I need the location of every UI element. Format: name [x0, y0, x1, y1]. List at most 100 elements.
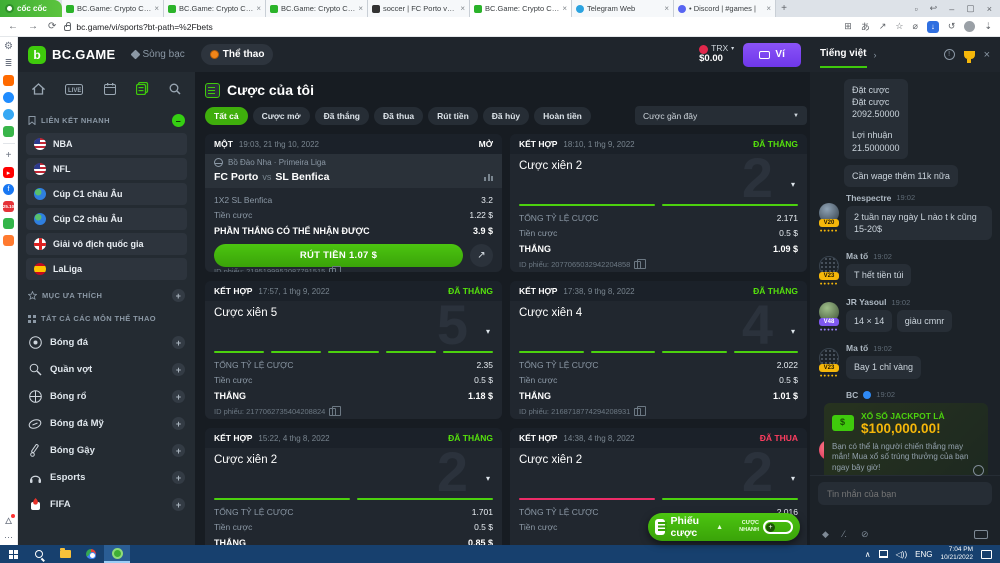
- tray-expand-icon[interactable]: ∧: [865, 550, 871, 559]
- home-icon[interactable]: [31, 82, 46, 100]
- sport-item-esports[interactable]: Esports +: [26, 464, 187, 491]
- browser-tab[interactable]: • Discord | #games | ×: [674, 0, 776, 17]
- adblock-icon[interactable]: ⌀: [912, 21, 917, 32]
- coccoc-taskbar-icon[interactable]: [104, 545, 130, 563]
- browser-tab-active[interactable]: BC.Game: Crypto Casino×: [470, 0, 572, 17]
- tab-close-icon[interactable]: ×: [154, 4, 159, 13]
- browser-tab[interactable]: BC.Game: Crypto Casino×: [164, 0, 266, 17]
- chat-language-selector[interactable]: Tiếng việt: [820, 48, 867, 68]
- close-window-button[interactable]: ×: [987, 4, 992, 14]
- copy-icon[interactable]: [634, 258, 647, 269]
- gift-icon[interactable]: [3, 218, 14, 229]
- games-icon[interactable]: [3, 126, 14, 137]
- browser-tab[interactable]: BC.Game: Crypto Casino×: [62, 0, 164, 17]
- history-icon[interactable]: ↺: [948, 21, 956, 32]
- rain-icon[interactable]: ◆: [822, 529, 829, 540]
- facebook-icon[interactable]: f: [3, 184, 14, 195]
- rules-icon[interactable]: ⊘: [861, 529, 869, 540]
- sidebar-item-nfl[interactable]: NFL: [26, 158, 187, 180]
- tab-close-icon[interactable]: ×: [664, 4, 669, 13]
- filter-won[interactable]: Đã thắng: [314, 106, 369, 125]
- bcgame-logo-icon[interactable]: b: [28, 45, 46, 64]
- expand-combo-icon[interactable]: ▾: [791, 327, 795, 336]
- profile-avatar-icon[interactable]: [964, 21, 976, 32]
- add-shortcut-icon[interactable]: +: [3, 150, 14, 161]
- taskbar-search-icon[interactable]: [26, 545, 52, 563]
- trophy-icon[interactable]: [963, 50, 975, 63]
- chat-username[interactable]: Ma tố: [846, 343, 868, 353]
- expand-combo-icon[interactable]: ▾: [486, 474, 490, 483]
- sidebar-item-uel[interactable]: Cúp C2 châu Âu: [26, 208, 187, 230]
- reload-button[interactable]: ⟳: [48, 21, 56, 32]
- bookmark-star-icon[interactable]: ☆: [895, 21, 903, 32]
- share-page-icon[interactable]: ↗: [879, 21, 887, 32]
- nav-casino[interactable]: Sòng bạc: [130, 49, 185, 60]
- jackpot-promo-card[interactable]: XỔ SỐ JACKPOT LÀ $100,000.00! Bạn có thể…: [824, 402, 988, 475]
- file-explorer-icon[interactable]: [52, 545, 78, 563]
- back-button[interactable]: ←: [8, 21, 18, 32]
- newsfeed-icon[interactable]: ≣: [3, 58, 14, 69]
- filter-canceled[interactable]: Đã hủy: [482, 106, 530, 125]
- filter-lost[interactable]: Đã thua: [373, 106, 424, 125]
- copy-icon[interactable]: [329, 405, 342, 416]
- hot-trends-icon[interactable]: [3, 75, 14, 86]
- copy-icon[interactable]: [634, 405, 647, 416]
- chrome-icon[interactable]: [78, 545, 104, 563]
- sale-badge-icon[interactable]: 25.10: [3, 201, 14, 212]
- taskbar-clock[interactable]: 7:04 PM 10/21/2022: [940, 546, 973, 562]
- quick-bet-toggle[interactable]: +: [763, 520, 793, 534]
- bcgame-logo-text[interactable]: BC.GAME: [52, 47, 116, 62]
- collapse-quick-links-button[interactable]: –: [172, 114, 185, 127]
- balance-selector[interactable]: TRX ▾ $0.00: [699, 43, 734, 65]
- expand-combo-icon[interactable]: ▾: [486, 327, 490, 336]
- chat-username[interactable]: Ma tố: [846, 251, 868, 261]
- save-page-icon[interactable]: ⊞: [844, 21, 852, 32]
- volume-icon[interactable]: ◁)): [896, 550, 907, 559]
- share-bet-button[interactable]: ↗: [470, 244, 493, 267]
- maximize-button[interactable]: ▢: [966, 3, 975, 14]
- messenger-icon[interactable]: [3, 92, 14, 103]
- browser-tab[interactable]: BC.Game: Crypto Casino×: [266, 0, 368, 17]
- keyboard-icon[interactable]: [974, 529, 988, 539]
- match-teams[interactable]: FC Porto vs SL Benfica: [214, 171, 493, 183]
- shopping-cart-icon[interactable]: [3, 235, 14, 246]
- notification-bell-icon[interactable]: 🜂: [3, 514, 15, 526]
- tab-close-icon[interactable]: ×: [562, 4, 567, 13]
- expand-sport-button[interactable]: +: [172, 336, 185, 349]
- tab-close-icon[interactable]: ×: [460, 4, 465, 13]
- pip-icon[interactable]: ▫: [914, 4, 917, 14]
- sidebar-item-premier-league[interactable]: Giải vô địch quốc gia: [26, 233, 187, 255]
- start-button[interactable]: [0, 545, 26, 563]
- boss-key-icon[interactable]: ↩: [930, 3, 938, 14]
- minimize-button[interactable]: –: [949, 4, 954, 14]
- display-icon[interactable]: [878, 550, 888, 558]
- translate-icon[interactable]: あ: [861, 20, 870, 33]
- chat-message-input[interactable]: [818, 482, 992, 505]
- expand-combo-icon[interactable]: ▾: [791, 180, 795, 189]
- chat-messages[interactable]: Đặt cược Đặt cược 2092.50000 Lợi nhuận 2…: [810, 72, 1000, 475]
- chat-rules-icon[interactable]: !: [943, 49, 955, 60]
- tab-close-icon[interactable]: ×: [256, 4, 261, 13]
- tab-close-icon[interactable]: ×: [358, 4, 363, 13]
- filter-refund[interactable]: Hoàn tiền: [534, 106, 591, 125]
- emoji-icon[interactable]: [973, 465, 984, 476]
- search-icon[interactable]: [169, 82, 181, 100]
- downloads-tray-icon[interactable]: ⇣: [984, 21, 992, 32]
- sidebar-item-laliga[interactable]: LaLiga: [26, 258, 187, 280]
- live-icon[interactable]: LIVE: [65, 82, 84, 100]
- action-center-icon[interactable]: [981, 549, 992, 559]
- browser-tab[interactable]: Telegram Web ×: [572, 0, 674, 17]
- chat-username[interactable]: JR Yasoul: [846, 297, 886, 307]
- sport-item-fifa[interactable]: FIFA +: [26, 491, 187, 518]
- expand-sport-button[interactable]: +: [172, 498, 185, 511]
- calendar-icon[interactable]: [103, 82, 116, 100]
- forward-button[interactable]: →: [28, 21, 38, 32]
- expand-combo-icon[interactable]: ▾: [791, 474, 795, 483]
- filter-all[interactable]: Tất cả: [205, 106, 248, 125]
- sport-item-cricket[interactable]: Bóng Gậy +: [26, 437, 187, 464]
- sport-item-basketball[interactable]: Bóng rổ +: [26, 383, 187, 410]
- filter-open[interactable]: Cược mở: [252, 106, 310, 125]
- zalo-icon[interactable]: [3, 109, 14, 120]
- tab-close-icon[interactable]: ×: [766, 4, 771, 13]
- expand-sport-button[interactable]: +: [172, 444, 185, 457]
